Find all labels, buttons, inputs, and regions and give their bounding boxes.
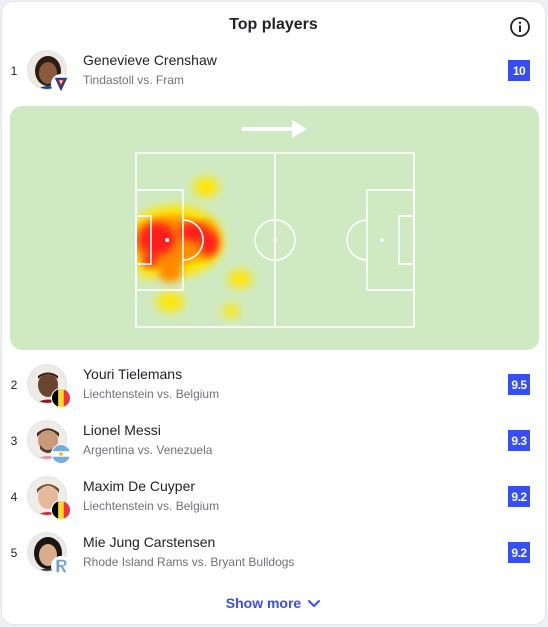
player-heatmap (10, 106, 539, 350)
player-match: Argentina vs. Venezuela (83, 443, 213, 457)
player-rank: 3 (10, 434, 18, 448)
player-rating-badge: 10 (508, 60, 530, 81)
team-logo-icon (51, 74, 71, 94)
player-avatar (27, 50, 71, 94)
argentina-flag-icon (51, 444, 71, 464)
attack-direction-arrow-icon (242, 120, 307, 138)
player-name: Youri Tielemans (83, 366, 183, 382)
player-row[interactable]: 3 Lionel Messi Argentina vs. Venezuela 9… (2, 416, 547, 468)
player-rating-badge: 9.5 (508, 374, 530, 395)
player-name: Genevieve Crenshaw (83, 52, 217, 68)
player-row[interactable]: 4 Maxim De Cuyper Liechtenstein vs. Belg… (2, 472, 547, 524)
show-more-button[interactable]: Show more (2, 593, 545, 613)
player-name: Lionel Messi (83, 422, 161, 438)
player-rank: 1 (10, 64, 18, 78)
player-rank: 4 (10, 490, 18, 504)
chevron-down-icon (308, 600, 321, 607)
top-players-card: Top players 1 Genevieve Crenshaw Tindast… (1, 1, 546, 625)
player-match: Liechtenstein vs. Belgium (83, 387, 220, 401)
player-avatar (27, 420, 71, 464)
player-match: Liechtenstein vs. Belgium (83, 499, 220, 513)
player-row[interactable]: 2 Youri Tielemans Liechtenstein vs. Belg… (2, 360, 547, 412)
player-rating-badge: 9.2 (508, 486, 530, 507)
player-match: Rhode Island Rams vs. Bryant Bulldogs (83, 555, 295, 569)
player-name: Mie Jung Carstensen (83, 534, 216, 550)
belgium-flag-icon (51, 500, 71, 520)
player-avatar (27, 364, 71, 408)
player-rank: 5 (10, 546, 18, 560)
player-row[interactable]: 1 Genevieve Crenshaw Tindastoll vs. Fram… (2, 46, 547, 98)
player-rating-badge: 9.3 (508, 430, 530, 451)
player-avatar (27, 476, 71, 520)
info-icon[interactable] (509, 16, 531, 38)
card-title: Top players (229, 16, 318, 33)
player-match: Tindastoll vs. Fram (83, 73, 184, 87)
player-avatar (27, 532, 71, 576)
heatmap-blobs (136, 177, 252, 318)
belgium-flag-icon (51, 388, 71, 408)
player-row[interactable]: 5 Mie Jung Carstensen Rhode Island Rams … (2, 528, 547, 580)
player-name: Maxim De Cuyper (83, 478, 196, 494)
player-rating-badge: 9.2 (508, 542, 530, 563)
player-rank: 2 (10, 378, 18, 392)
rhode-island-rams-logo-icon (51, 556, 71, 576)
show-more-label: Show more (225, 595, 302, 611)
